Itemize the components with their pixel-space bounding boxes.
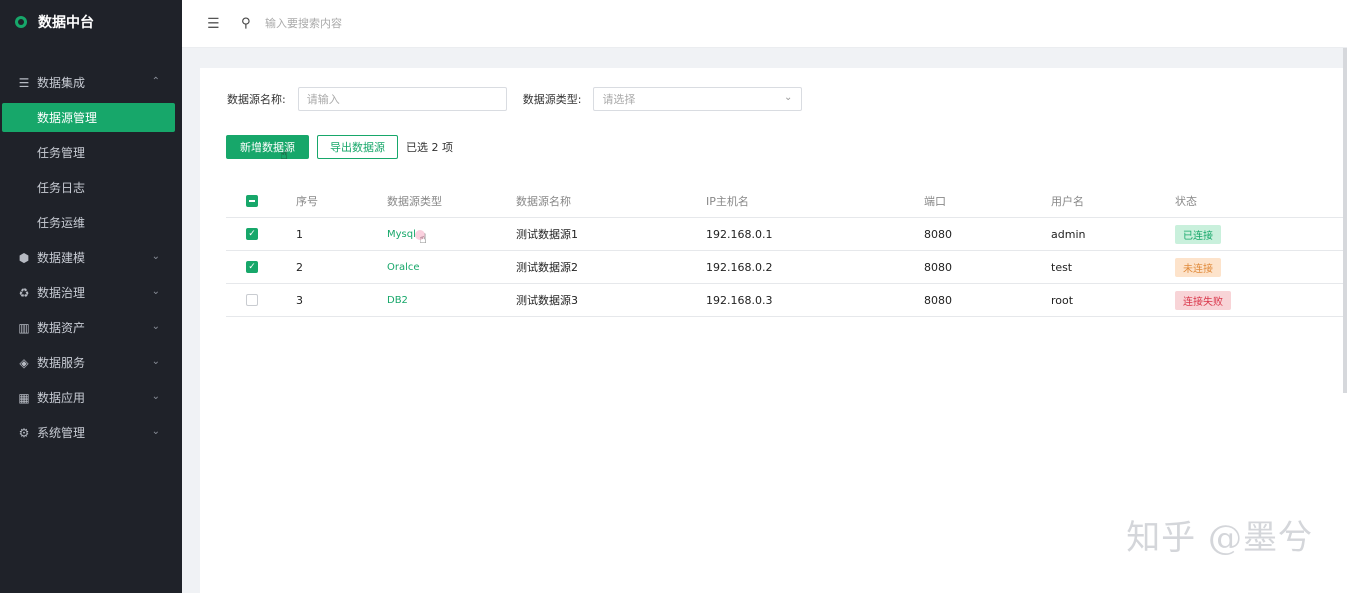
sidebar-item-task-ops[interactable]: 任务运维	[0, 205, 182, 240]
table-row: ✓ 1 Mysql 测试数据源1 192.168.0.1 8080 admin …	[226, 218, 1347, 251]
sidebar-group-assets[interactable]: ▥ 数据资产 ⌄	[0, 310, 182, 345]
sidebar: 数据中台 ☰ 数据集成 ⌃ 数据源管理 任务管理 任务日志 任务运维 ⬢ 数据建…	[0, 0, 182, 593]
sidebar-group-label: 数据建模	[37, 251, 86, 265]
menu-toggle-icon[interactable]: ☰	[207, 16, 221, 32]
box-icon: ◈	[19, 355, 29, 370]
row-no: 2	[296, 260, 303, 274]
sidebar-group-label: 数据服务	[37, 356, 86, 370]
search-icon[interactable]: ⚲	[241, 16, 255, 31]
watermark: 知乎 @墨兮	[1126, 518, 1313, 558]
sidebar-group-apps[interactable]: ▦ 数据应用 ⌄	[0, 380, 182, 415]
col-header-name: 数据源名称	[516, 194, 571, 208]
sidebar-group-label: 系统管理	[37, 426, 86, 440]
col-header-type: 数据源类型	[387, 194, 442, 208]
selection-count: 已选 2 项	[406, 141, 453, 154]
action-bar: 新增数据源 导出数据源 已选 2 项	[226, 135, 453, 159]
row-name: 测试数据源1	[516, 228, 578, 241]
chevron-down-icon: ⌄	[151, 356, 160, 367]
sidebar-item-tasks[interactable]: 任务管理	[0, 135, 182, 170]
barcode-icon: ▥	[18, 320, 30, 335]
sidebar-item-label: 数据源管理	[37, 111, 98, 125]
col-header-ip: IP主机名	[706, 194, 749, 208]
col-header-port: 端口	[924, 194, 946, 208]
col-header-status: 状态	[1175, 194, 1197, 208]
app-logo[interactable]: 数据中台	[0, 0, 182, 44]
type-filter-select[interactable]: 请选择 ⌄	[593, 87, 803, 111]
row-checkbox[interactable]: ✓	[246, 261, 258, 273]
row-no: 1	[296, 227, 303, 241]
sidebar-group-label: 数据应用	[37, 391, 86, 405]
sidebar-menu: ☰ 数据集成 ⌃ 数据源管理 任务管理 任务日志 任务运维 ⬢ 数据建模 ⌄ ♻…	[0, 65, 182, 450]
sidebar-group-label: 数据集成	[37, 76, 86, 90]
row-type-link[interactable]: Mysql	[387, 229, 416, 240]
sidebar-item-label: 任务管理	[37, 146, 86, 160]
name-filter-label: 数据源名称:	[227, 93, 286, 106]
page-scrollbar[interactable]	[1343, 48, 1347, 393]
chevron-down-icon: ⌄	[151, 426, 160, 437]
row-port: 8080	[924, 293, 952, 307]
main-content: 数据源名称: 请输入 数据源类型: 请选择 ⌄ 新增数据源 导出数据源 已选 2…	[200, 68, 1347, 593]
recycle-icon: ♻	[18, 285, 30, 300]
chevron-up-icon: ⌃	[151, 76, 160, 87]
row-ip: 192.168.0.2	[706, 260, 773, 274]
row-ip: 192.168.0.3	[706, 293, 773, 307]
row-port: 8080	[924, 260, 952, 274]
row-name: 测试数据源2	[516, 261, 578, 274]
chevron-down-icon: ⌄	[784, 92, 793, 103]
sidebar-item-label: 任务运维	[37, 216, 86, 230]
sidebar-item-task-logs[interactable]: 任务日志	[0, 170, 182, 205]
sidebar-item-datasource[interactable]: 数据源管理	[2, 103, 175, 132]
topbar: ☰ ⚲	[182, 0, 1347, 48]
select-all-checkbox[interactable]	[246, 194, 258, 207]
hand-cursor-icon: ☝	[280, 148, 288, 163]
sidebar-group-label: 数据资产	[37, 321, 86, 335]
chevron-down-icon: ⌄	[151, 251, 160, 262]
name-filter-placeholder: 请输入	[306, 93, 340, 106]
filter-bar: 数据源名称: 请输入 数据源类型: 请选择 ⌄	[227, 87, 803, 111]
logo-icon	[15, 16, 27, 28]
row-port: 8080	[924, 227, 952, 241]
hand-cursor-icon: ☝	[415, 230, 427, 247]
row-ip: 192.168.0.1	[706, 227, 773, 241]
status-badge: 连接失败	[1175, 290, 1231, 310]
chevron-down-icon: ⌄	[151, 391, 160, 402]
type-filter-placeholder: 请选择	[602, 93, 636, 106]
row-type-link[interactable]: DB2	[387, 295, 408, 306]
row-name: 测试数据源3	[516, 294, 578, 307]
status-badge: 未连接	[1175, 257, 1221, 277]
row-checkbox[interactable]	[246, 294, 258, 306]
add-datasource-button[interactable]: 新增数据源	[226, 135, 309, 159]
row-no: 3	[296, 293, 303, 307]
chevron-down-icon: ⌄	[151, 321, 160, 332]
gear-icon: ⚙	[18, 425, 30, 440]
datasource-table: 序号 数据源类型 数据源名称 IP主机名 端口 用户名 状态 ✓ 1 Mysql…	[226, 184, 1347, 317]
row-type-link[interactable]: Oralce	[387, 262, 420, 273]
sidebar-group-integration[interactable]: ☰ 数据集成 ⌃	[0, 65, 182, 100]
sidebar-group-modeling[interactable]: ⬢ 数据建模 ⌄	[0, 240, 182, 275]
chevron-down-icon: ⌄	[151, 286, 160, 297]
table-row: ✓ 2 Oralce 测试数据源2 192.168.0.2 8080 test …	[226, 251, 1347, 284]
status-badge: 已连接	[1175, 224, 1221, 244]
apps-grid-icon: ▦	[18, 390, 30, 405]
col-header-no: 序号	[296, 194, 318, 208]
table-row: 3 DB2 测试数据源3 192.168.0.3 8080 root 连接失败	[226, 284, 1347, 317]
row-checkbox[interactable]: ✓	[246, 228, 258, 240]
sidebar-group-label: 数据治理	[37, 286, 86, 300]
col-header-user: 用户名	[1051, 194, 1084, 208]
row-user: test	[1051, 260, 1073, 274]
sidebar-item-label: 任务日志	[37, 181, 86, 195]
app-title: 数据中台	[38, 15, 94, 31]
table-header: 序号 数据源类型 数据源名称 IP主机名 端口 用户名 状态	[226, 184, 1347, 218]
type-filter-label: 数据源类型:	[522, 93, 582, 106]
global-search-input[interactable]	[265, 17, 565, 30]
sidebar-group-services[interactable]: ◈ 数据服务 ⌄	[0, 345, 182, 380]
row-user: admin	[1051, 227, 1086, 241]
database-icon: ☰	[18, 75, 30, 90]
row-user: root	[1051, 293, 1074, 307]
name-filter-input[interactable]: 请输入	[297, 87, 507, 111]
sidebar-group-governance[interactable]: ♻ 数据治理 ⌄	[0, 275, 182, 310]
export-datasource-button[interactable]: 导出数据源	[317, 135, 398, 159]
sidebar-group-system[interactable]: ⚙ 系统管理 ⌄	[0, 415, 182, 450]
cubes-icon: ⬢	[18, 250, 30, 265]
